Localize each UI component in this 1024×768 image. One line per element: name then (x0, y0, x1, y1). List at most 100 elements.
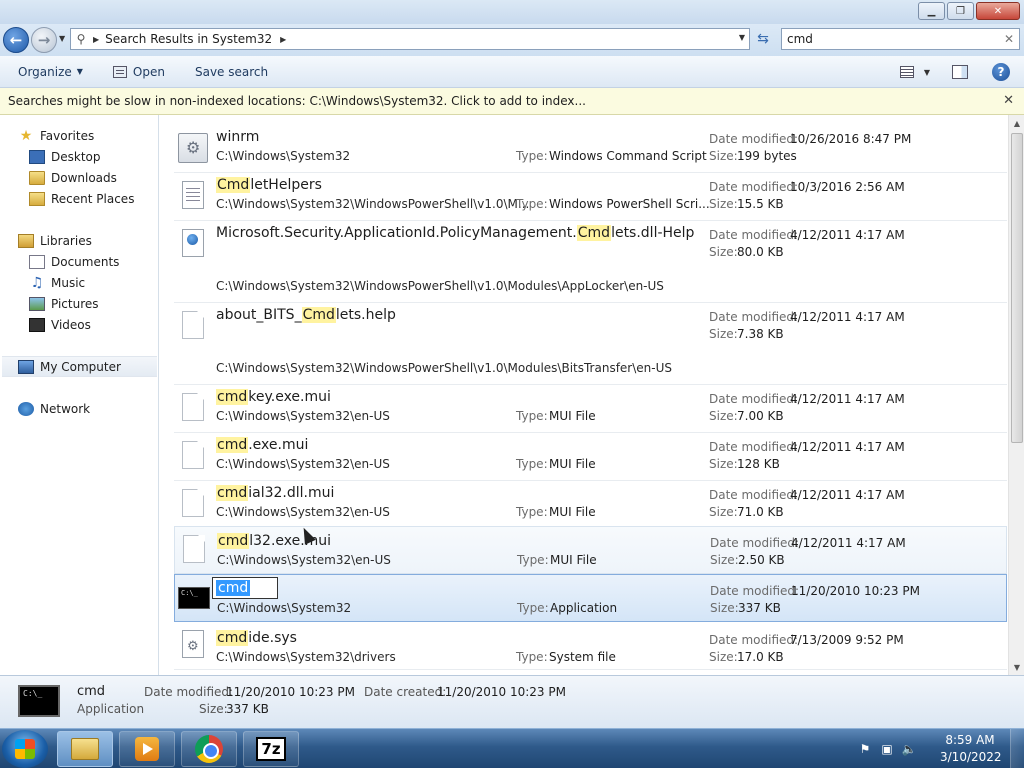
action-center-flag-icon[interactable]: ⚑ (858, 742, 872, 756)
open-icon (112, 65, 127, 78)
save-search-button[interactable]: Save search (195, 65, 268, 79)
title-bar: ▁ ❐ ✕ (0, 0, 1024, 24)
file-type: MUI File (549, 409, 596, 423)
list-item[interactable]: cmdkey.exe.mui C:\Windows\System32\en-US… (174, 385, 1007, 433)
nav-item-label: Downloads (51, 170, 117, 185)
info-bar-close-icon[interactable]: ✕ (1003, 93, 1014, 108)
date-modified-label: Date modified: (709, 392, 799, 406)
list-item[interactable]: cmd.exe.mui C:\Windows\System32\en-US Ty… (174, 433, 1007, 481)
help-icon[interactable]: ? (992, 63, 1010, 81)
list-item[interactable]: CmdletHelpers C:\Windows\System32\Window… (174, 173, 1007, 221)
maximize-button[interactable]: ❐ (947, 2, 974, 20)
nav-item-documents[interactable]: Documents (29, 251, 187, 272)
system-tray: ⚑ ▣ 🔈 8:59 AM 3/10/2022 (854, 729, 1024, 768)
nav-item-my-computer[interactable]: My Computer (2, 356, 157, 377)
refresh-icon[interactable]: ⇆ (752, 28, 774, 50)
index-info-bar[interactable]: Searches might be slow in non-indexed lo… (0, 88, 1024, 115)
breadcrumb-search-results[interactable]: Search Results in System32 (105, 32, 272, 46)
nav-item-network[interactable]: Network (18, 398, 176, 419)
list-item[interactable]: cmdide.sys C:\Windows\System32\drivers T… (174, 622, 1007, 670)
nav-item-music[interactable]: ♫ Music (29, 272, 187, 293)
organize-button[interactable]: Organize ▼ (18, 65, 83, 79)
star-icon: ★ (19, 127, 33, 144)
nav-item-desktop[interactable]: Desktop (29, 146, 187, 167)
views-chevron-down-icon[interactable]: ▼ (924, 68, 930, 77)
type-label: Type: (516, 409, 548, 423)
volume-icon[interactable]: 🔈 (902, 742, 917, 756)
file-name: cmd.exe.mui (216, 437, 309, 453)
save-search-label: Save search (194, 64, 269, 79)
type-label: Type: (516, 650, 548, 664)
file-date: 4/12/2011 4:17 AM (790, 440, 905, 454)
clock-time[interactable]: 8:59 AM (940, 733, 1000, 747)
preview-pane-icon[interactable] (952, 65, 968, 79)
minimize-button[interactable]: ▁ (918, 2, 945, 20)
command-prompt-icon (178, 587, 210, 609)
videos-icon (29, 317, 45, 332)
scroll-down-icon[interactable]: ▼ (1009, 659, 1024, 675)
file-name: cmdkey.exe.mui (216, 389, 331, 405)
file-path: C:\Windows\System32\WindowsPowerShell\v1… (216, 197, 530, 211)
scroll-thumb[interactable] (1011, 133, 1023, 443)
nav-item-label: Favorites (40, 128, 95, 143)
clear-search-icon[interactable]: ✕ (1004, 32, 1014, 46)
nav-item-videos[interactable]: Videos (29, 314, 187, 335)
nav-item-downloads[interactable]: Downloads (29, 167, 187, 188)
file-name: CmdletHelpers (216, 177, 322, 193)
date-modified-label: Date modified: (709, 310, 799, 324)
recent-pages-dropdown[interactable]: ▼ (59, 34, 65, 43)
navigation-pane: ★ Favorites Desktop Downloads Recent Pla… (0, 115, 159, 675)
details-date-created: 11/20/2010 10:23 PM (437, 685, 566, 699)
list-item[interactable]: winrm C:\Windows\System32 Type: Windows … (174, 125, 1007, 173)
search-results-list: winrm C:\Windows\System32 Type: Windows … (166, 115, 1008, 675)
network-tray-icon[interactable]: ▣ (880, 742, 894, 756)
taskbar-chrome-button[interactable] (181, 731, 237, 767)
nav-item-favorites[interactable]: ★ Favorites (18, 125, 176, 146)
network-icon (18, 401, 34, 416)
search-input[interactable]: cmd ✕ (781, 28, 1020, 50)
details-pane: cmd Application Date modified: 11/20/201… (0, 675, 1024, 728)
file-date: 7/13/2009 9:52 PM (790, 633, 904, 647)
desktop-icon (29, 149, 45, 164)
file-path: C:\Windows\System32\WindowsPowerShell\v1… (216, 361, 672, 375)
file-path: C:\Windows\System32\en-US (216, 505, 390, 519)
show-desktop-button[interactable] (1010, 729, 1024, 768)
nav-item-libraries[interactable]: Libraries (18, 230, 176, 251)
taskbar-7zip-button[interactable]: 7z (243, 731, 299, 767)
breadcrumb-separator-icon[interactable]: ▶ (93, 35, 99, 44)
search-results-icon: ⚲ (76, 32, 86, 46)
address-bar[interactable]: ⚲ ▶ Search Results in System32 ▶ ▼ (70, 28, 750, 50)
breadcrumb-chevron-icon[interactable]: ▶ (280, 35, 286, 44)
nav-item-pictures[interactable]: Pictures (29, 293, 187, 314)
scroll-up-icon[interactable]: ▲ (1009, 115, 1024, 131)
address-dropdown-icon[interactable]: ▼ (739, 33, 745, 42)
close-button[interactable]: ✕ (976, 2, 1020, 20)
back-button[interactable]: ← (3, 27, 29, 53)
file-type: Windows PowerShell Scri... (549, 197, 710, 211)
start-button[interactable] (2, 730, 48, 768)
rename-input[interactable]: cmd (212, 577, 278, 599)
list-item[interactable]: Microsoft.Security.ApplicationId.PolicyM… (174, 221, 1007, 303)
script-file-icon (178, 133, 208, 163)
media-player-icon (135, 737, 159, 761)
open-button[interactable]: Open (112, 65, 165, 79)
list-item[interactable]: cmdial32.dll.mui C:\Windows\System32\en-… (174, 481, 1007, 529)
views-icon[interactable] (899, 66, 914, 78)
results-scrollbar[interactable]: ▲ ▼ (1008, 115, 1024, 675)
list-item[interactable]: about_BITS_Cmdlets.help Date modified: 4… (174, 303, 1007, 385)
size-label: Size: (709, 650, 738, 664)
file-size: 17.0 KB (737, 650, 784, 664)
file-date: 4/12/2011 4:17 AM (791, 536, 906, 550)
list-item-selected[interactable]: cmd C:\Windows\System32 Type: Applicatio… (174, 574, 1007, 622)
taskbar-explorer-button[interactable] (57, 731, 113, 767)
date-modified-label: Date modified: (710, 584, 800, 598)
clock-date[interactable]: 3/10/2022 (940, 750, 1002, 764)
file-path: C:\Windows\System32\en-US (217, 553, 391, 567)
powershell-script-icon (182, 181, 204, 209)
forward-button[interactable]: → (31, 27, 57, 53)
date-modified-label: Date modified: (709, 440, 799, 454)
window-controls: ▁ ❐ ✕ (916, 2, 1020, 20)
nav-item-recent-places[interactable]: Recent Places (29, 188, 187, 209)
taskbar-media-player-button[interactable] (119, 731, 175, 767)
file-name: about_BITS_Cmdlets.help (216, 307, 396, 323)
